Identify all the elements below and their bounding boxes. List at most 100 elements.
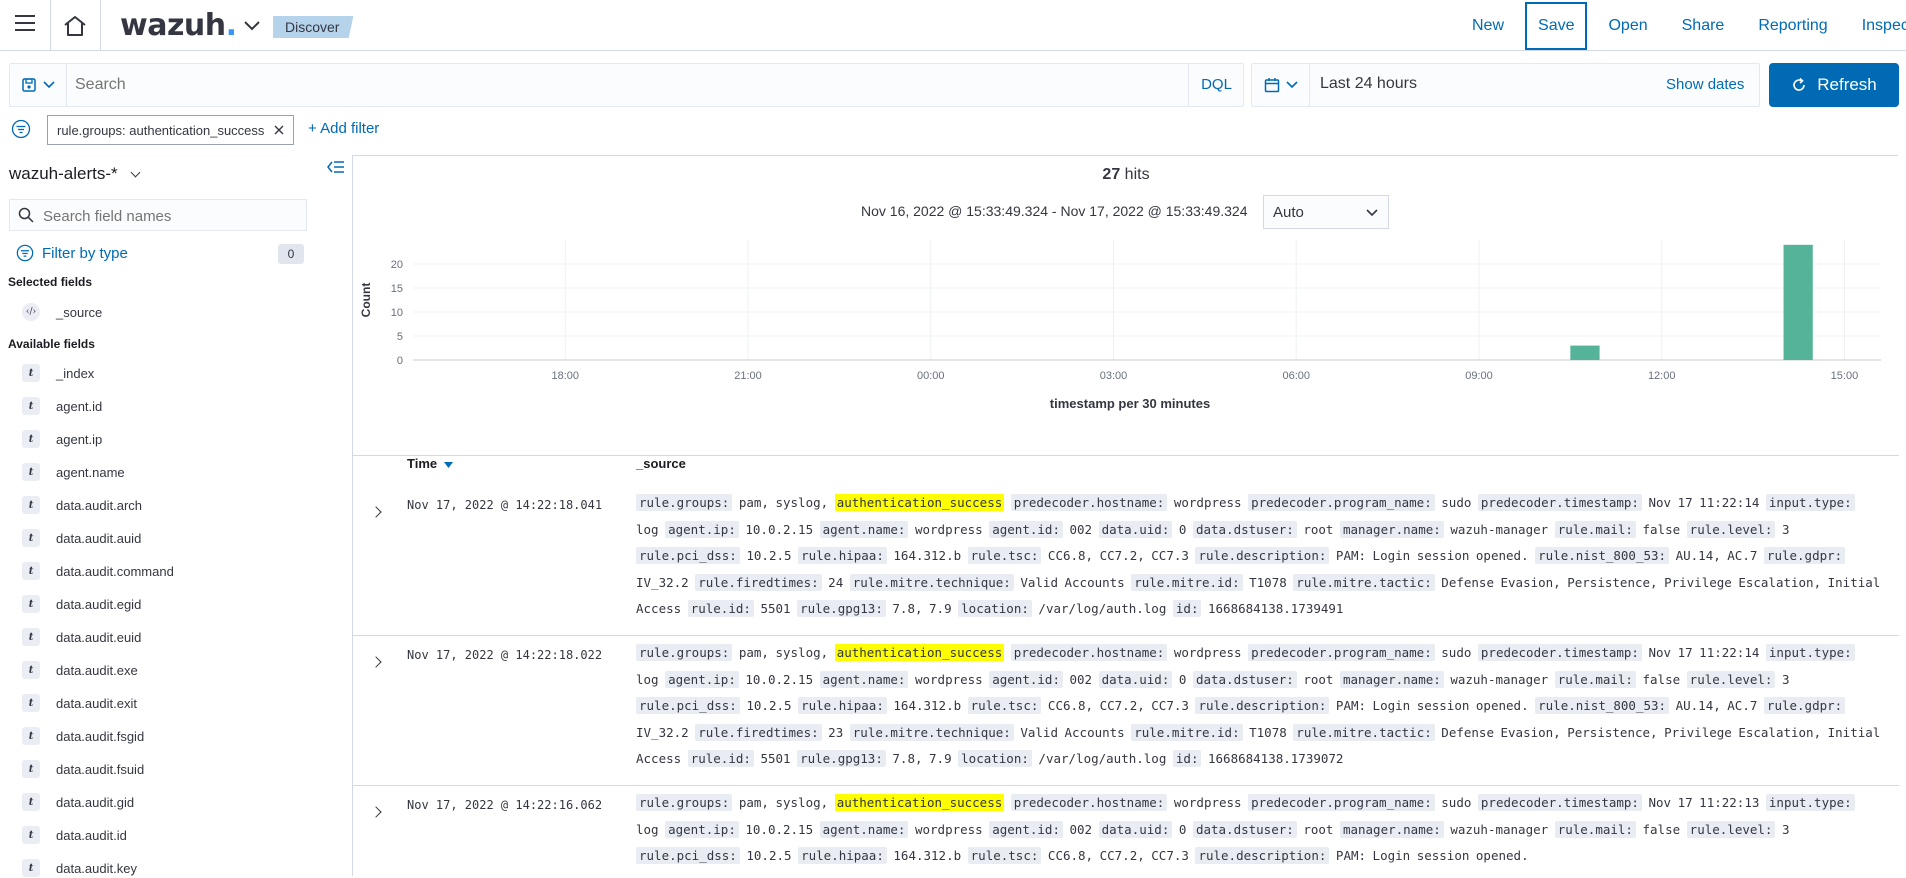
field-item[interactable]: t agent.id [22, 396, 102, 416]
source-field-value: log [636, 821, 659, 837]
field-name: agent.id [56, 398, 103, 414]
field-item[interactable]: t data.audit.key [22, 858, 137, 878]
dql-toggle[interactable]: DQL [1188, 64, 1244, 106]
expand-row-icon[interactable] [370, 506, 382, 518]
string-type-icon: t [22, 859, 40, 877]
x-tick-label: 09:00 [1465, 370, 1493, 382]
field-item[interactable]: t data.audit.euid [22, 627, 141, 647]
source-field-value: sudo [1441, 645, 1472, 660]
field-item-source[interactable]: ‹/› _source [22, 302, 102, 322]
refresh-button[interactable]: Refresh [1769, 63, 1899, 107]
filter-options-icon[interactable] [11, 119, 31, 139]
field-item[interactable]: t _index [22, 363, 94, 383]
source-field-key: agent.name: [819, 820, 909, 838]
source-field-key: predecoder.hostname: [1010, 494, 1168, 511]
field-item[interactable]: t data.audit.auid [22, 528, 141, 548]
source-field-value: 23 [828, 724, 844, 740]
saved-queries-button[interactable] [10, 64, 67, 106]
source-field-key: rule.id: [687, 600, 754, 617]
index-pattern-selector[interactable]: wazuh-alerts-* [9, 164, 141, 184]
source-field-key: rule.pci_dss: [636, 547, 740, 564]
source-field-value: wazuh-manager [1450, 671, 1549, 687]
source-field-value: CC6.8, CC7.2, CC7.3 [1047, 848, 1189, 863]
table-row: Nov 17, 2022 @ 14:22:18.041 rule.groups: … [353, 486, 1899, 636]
source-field-key: data.uid: [1098, 820, 1173, 838]
source-field-key: predecoder.program_name: [1248, 494, 1435, 511]
search-input[interactable] [75, 72, 1175, 98]
source-field-key: rule.gpg13: [797, 600, 886, 617]
source-field-value: log [636, 521, 659, 537]
field-item[interactable]: t data.audit.fsuid [22, 759, 144, 779]
add-filter-button[interactable]: + Add filter [308, 120, 379, 137]
source-field-key: agent.ip: [665, 820, 739, 838]
home-icon[interactable] [63, 15, 87, 37]
filter-icon [16, 244, 34, 262]
save-query-icon [22, 78, 36, 92]
row-timestamp: Nov 17, 2022 @ 14:22:18.022 [407, 648, 603, 662]
field-item[interactable]: t data.audit.command [22, 561, 174, 581]
field-item[interactable]: t data.audit.egid [22, 594, 141, 614]
time-range-label[interactable]: Last 24 hours [1320, 75, 1417, 93]
wazuh-logo[interactable]: wazuh. [120, 8, 237, 43]
breadcrumb-discover[interactable]: Discover [273, 16, 354, 38]
source-field-key: rule.level: [1686, 670, 1776, 688]
calendar-icon [1264, 78, 1279, 93]
close-icon[interactable] [274, 125, 284, 135]
source-field-key: rule.mitre.technique: [849, 573, 1014, 591]
field-item[interactable]: t agent.ip [22, 429, 102, 449]
time-column-header[interactable]: Time [407, 456, 453, 471]
inspect-button[interactable]: Inspect [1845, 0, 1906, 51]
menu-icon[interactable] [15, 15, 35, 31]
source-field-value: 10.0.2.15 [745, 671, 814, 687]
save-button[interactable]: Save [1525, 2, 1588, 50]
field-search-input[interactable] [43, 206, 298, 226]
chevron-down-icon[interactable] [243, 20, 261, 32]
field-name: data.audit.arch [56, 497, 143, 513]
collapse-sidebar-icon[interactable] [327, 160, 345, 174]
new-button[interactable]: New [1455, 0, 1521, 51]
filter-by-type-button[interactable]: Filter by type [42, 245, 128, 262]
source-field-key: rule.hipaa: [798, 847, 887, 864]
source-field-key: rule.hipaa: [798, 697, 887, 714]
filter-pill[interactable]: rule.groups: authentication_success [47, 115, 295, 145]
source-field-key: rule.tsc: [967, 547, 1042, 564]
search-icon [18, 207, 34, 223]
source-field-value: wordpress [1173, 795, 1242, 810]
field-item[interactable]: t agent.name [22, 462, 125, 482]
hits-count: 27 hits [1102, 166, 1150, 183]
source-field-value: 1668684138.1739072 [1208, 751, 1344, 766]
reporting-button[interactable]: Reporting [1741, 0, 1844, 51]
source-field-key: rule.level: [1686, 820, 1776, 838]
source-field-value: Nov 17 11:22:14 [1648, 645, 1760, 660]
field-item[interactable]: t data.audit.id [22, 825, 127, 845]
source-field-key: rule.id: [687, 750, 754, 767]
source-field-key: agent.id: [989, 520, 1063, 538]
source-field-value: false [1642, 671, 1681, 687]
source-field-value: pam, syslog, [738, 795, 835, 810]
share-button[interactable]: Share [1665, 0, 1742, 51]
source-field-key: agent.name: [819, 670, 909, 688]
source-field-value: 24 [828, 574, 844, 590]
field-item[interactable]: t data.audit.arch [22, 495, 142, 515]
search-highlight: authentication_success [834, 644, 1005, 661]
source-field-value: IV_32.2 [636, 724, 689, 740]
source-field-value: wazuh-manager [1450, 521, 1549, 537]
source-field-key: data.dstuser: [1192, 520, 1297, 538]
sort-desc-icon[interactable] [443, 462, 453, 468]
source-field-key: rule.gdpr: [1763, 547, 1846, 564]
source-field-value: T1078 [1249, 574, 1287, 590]
field-item[interactable]: t data.audit.fsgid [22, 726, 144, 746]
source-field-value: 5501 [760, 751, 791, 766]
show-dates-button[interactable]: Show dates [1666, 76, 1744, 93]
field-item[interactable]: t data.audit.exe [22, 660, 138, 680]
source-field-value: AU.14, AC.7 [1675, 698, 1758, 713]
field-item[interactable]: t data.audit.exit [22, 693, 137, 713]
expand-row-icon[interactable] [370, 806, 382, 818]
open-button[interactable]: Open [1591, 0, 1664, 51]
query-bar: DQL [9, 63, 1244, 107]
field-item[interactable]: t data.audit.gid [22, 792, 134, 812]
source-field-value: PAM: Login session opened. [1335, 698, 1529, 713]
quick-menu-button[interactable] [1252, 64, 1310, 106]
interval-select[interactable]: Auto [1263, 195, 1389, 229]
expand-row-icon[interactable] [370, 656, 382, 668]
